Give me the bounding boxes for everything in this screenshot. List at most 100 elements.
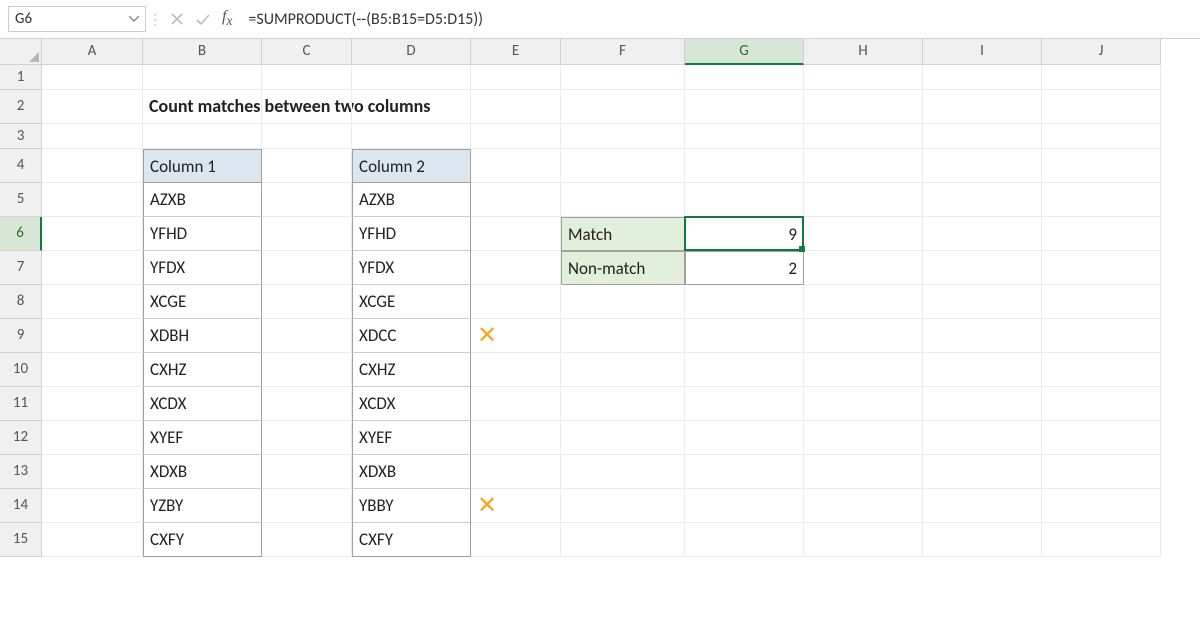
cell-G7[interactable]: 2 (685, 251, 804, 285)
cell-C9[interactable] (262, 319, 352, 353)
cell-C1[interactable] (262, 65, 352, 90)
cell-G11[interactable] (685, 387, 804, 421)
cell-A5[interactable] (42, 183, 143, 217)
cell-A10[interactable] (42, 353, 143, 387)
cell-B8[interactable]: XCGE (143, 285, 262, 319)
col-head-J[interactable]: J (1042, 39, 1161, 65)
cell-C7[interactable] (262, 251, 352, 285)
cell-I3[interactable] (923, 124, 1042, 149)
cell-B14[interactable]: YZBY (143, 489, 262, 523)
cell-E13[interactable] (471, 455, 561, 489)
cell-F11[interactable] (561, 387, 685, 421)
col-head-E[interactable]: E (471, 39, 561, 65)
col-head-B[interactable]: B (143, 39, 262, 65)
fx-icon[interactable]: fx (216, 8, 238, 29)
cell-J2[interactable] (1042, 90, 1161, 124)
row-head-8[interactable]: 8 (0, 285, 42, 319)
mismatch-mark-icon[interactable]: ✕ (471, 489, 561, 523)
cell-B5[interactable]: AZXB (143, 183, 262, 217)
cell-H12[interactable] (804, 421, 923, 455)
cell-F4[interactable] (561, 149, 685, 183)
cell-B13[interactable]: XDXB (143, 455, 262, 489)
row-head-1[interactable]: 1 (0, 65, 42, 90)
cell-A9[interactable] (42, 319, 143, 353)
cell-G4[interactable] (685, 149, 804, 183)
row-head-4[interactable]: 4 (0, 149, 42, 183)
cell-E11[interactable] (471, 387, 561, 421)
cell-A4[interactable] (42, 149, 143, 183)
formula-input[interactable] (238, 6, 1200, 32)
cell-I6[interactable] (923, 217, 1042, 251)
cell-E2[interactable] (471, 90, 561, 124)
cell-E4[interactable] (471, 149, 561, 183)
cell-B15[interactable]: CXFY (143, 523, 262, 557)
cell-I7[interactable] (923, 251, 1042, 285)
cell-F12[interactable] (561, 421, 685, 455)
cell-B11[interactable]: XCDX (143, 387, 262, 421)
cell-G3[interactable] (685, 124, 804, 149)
cell-J10[interactable] (1042, 353, 1161, 387)
cells-area[interactable]: Count matches between two columnsColumn … (42, 65, 1200, 557)
row-head-6[interactable]: 6 (0, 217, 42, 251)
cell-H4[interactable] (804, 149, 923, 183)
mismatch-mark-icon[interactable]: ✕ (471, 319, 561, 353)
cell-C13[interactable] (262, 455, 352, 489)
cell-D5[interactable]: AZXB (352, 183, 471, 217)
col-head-D[interactable]: D (352, 39, 471, 65)
cell-B4[interactable]: Column 1 (143, 149, 262, 183)
cancel-icon[interactable] (164, 6, 190, 32)
row-head-13[interactable]: 13 (0, 455, 42, 489)
cell-C5[interactable] (262, 183, 352, 217)
cell-A6[interactable] (42, 217, 143, 251)
cell-A7[interactable] (42, 251, 143, 285)
cell-H13[interactable] (804, 455, 923, 489)
cell-H7[interactable] (804, 251, 923, 285)
cell-A14[interactable] (42, 489, 143, 523)
cell-C10[interactable] (262, 353, 352, 387)
cell-H6[interactable] (804, 217, 923, 251)
cell-D10[interactable]: CXHZ (352, 353, 471, 387)
cell-D1[interactable] (352, 65, 471, 90)
chevron-down-icon[interactable] (129, 16, 139, 22)
cell-I10[interactable] (923, 353, 1042, 387)
cell-I9[interactable] (923, 319, 1042, 353)
cell-C3[interactable] (262, 124, 352, 149)
cell-D12[interactable]: XYEF (352, 421, 471, 455)
cell-I5[interactable] (923, 183, 1042, 217)
cell-D7[interactable]: YFDX (352, 251, 471, 285)
cell-G13[interactable] (685, 455, 804, 489)
cell-J13[interactable] (1042, 455, 1161, 489)
cell-G15[interactable] (685, 523, 804, 557)
cell-D14[interactable]: YBBY (352, 489, 471, 523)
row-head-9[interactable]: 9 (0, 319, 42, 353)
cell-B1[interactable] (143, 65, 262, 90)
cell-G6[interactable]: 9 (685, 217, 804, 251)
cell-G1[interactable] (685, 65, 804, 90)
cell-G2[interactable] (685, 90, 804, 124)
cell-J9[interactable] (1042, 319, 1161, 353)
cell-F7[interactable]: Non-match (561, 251, 685, 285)
cell-H1[interactable] (804, 65, 923, 90)
cell-H14[interactable] (804, 489, 923, 523)
enter-icon[interactable] (190, 6, 216, 32)
cell-B10[interactable]: CXHZ (143, 353, 262, 387)
cell-C8[interactable] (262, 285, 352, 319)
cell-I2[interactable] (923, 90, 1042, 124)
cell-J4[interactable] (1042, 149, 1161, 183)
cell-E12[interactable] (471, 421, 561, 455)
cell-C11[interactable] (262, 387, 352, 421)
cell-J1[interactable] (1042, 65, 1161, 90)
cell-J14[interactable] (1042, 489, 1161, 523)
cell-E6[interactable] (471, 217, 561, 251)
cell-I13[interactable] (923, 455, 1042, 489)
cell-H15[interactable] (804, 523, 923, 557)
cell-J3[interactable] (1042, 124, 1161, 149)
cell-H3[interactable] (804, 124, 923, 149)
cell-I14[interactable] (923, 489, 1042, 523)
cell-E10[interactable] (471, 353, 561, 387)
cell-H10[interactable] (804, 353, 923, 387)
cell-D13[interactable]: XDXB (352, 455, 471, 489)
cell-D2[interactable] (352, 90, 471, 124)
col-head-C[interactable]: C (262, 39, 352, 65)
cell-H2[interactable] (804, 90, 923, 124)
